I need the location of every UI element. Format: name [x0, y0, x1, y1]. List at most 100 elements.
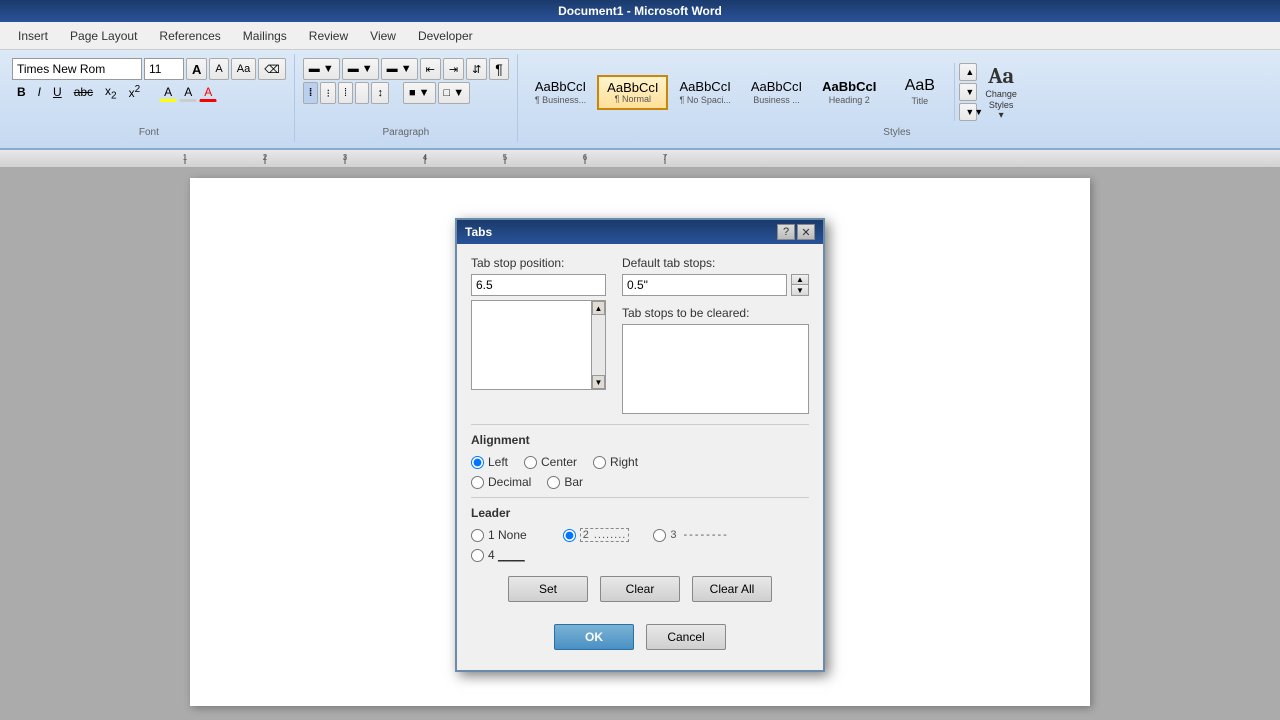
action-buttons: Set Clear Clear All	[471, 576, 809, 610]
bullets-button[interactable]: ▬ ▼	[303, 58, 340, 80]
show-formatting-button[interactable]: ¶	[489, 58, 509, 80]
menu-item-pagelayout[interactable]: Page Layout	[60, 25, 147, 47]
align-decimal-radio[interactable]: Decimal	[471, 475, 531, 489]
align-right-button[interactable]: ⁞	[338, 82, 353, 104]
justify-button[interactable]	[355, 82, 369, 104]
strikethrough-button[interactable]: abc	[69, 82, 98, 102]
listbox-scroll-up[interactable]: ▲	[592, 301, 605, 315]
align-center-input[interactable]	[524, 456, 537, 469]
change-styles-button[interactable]: Aa ChangeStyles ▾	[979, 59, 1021, 126]
decrease-indent-button[interactable]: ⇤	[420, 58, 441, 80]
spinner-down-button[interactable]: ▼	[792, 285, 808, 295]
style-preview-normal: AaBbCcI	[607, 81, 658, 94]
tab-stop-listbox[interactable]: ▲ ▼	[471, 300, 606, 390]
font-color2-button[interactable]: A	[199, 82, 217, 102]
spinner-up-button[interactable]: ▲	[792, 275, 808, 285]
font-name-input[interactable]	[12, 58, 142, 80]
document-area[interactable]: Tabs ? ✕ Tab stop position:	[0, 168, 1280, 716]
tab-stop-col: Tab stop position: ▲ ▼	[471, 256, 606, 414]
align-left-input[interactable]	[471, 456, 484, 469]
style-item-business1[interactable]: AaBbCcI ¶ Business...	[526, 75, 595, 110]
leader-heading: Leader	[471, 506, 809, 520]
font-case-button[interactable]: Aa	[231, 58, 256, 80]
numbering-button[interactable]: ▬ ▼	[342, 58, 379, 80]
leader-dots-radio[interactable]: 2 ........	[563, 528, 630, 542]
style-item-normal[interactable]: AaBbCcI ¶ Normal	[597, 75, 668, 110]
style-item-title[interactable]: AaB Title	[887, 73, 952, 111]
leader-none-radio[interactable]: 1 None	[471, 528, 527, 542]
clear-formatting-button[interactable]: ⌫	[258, 58, 286, 80]
font-size-input[interactable]	[144, 58, 184, 80]
italic-button[interactable]: I	[33, 82, 46, 102]
listbox-scroll-down[interactable]: ▼	[592, 375, 605, 389]
multilevel-button[interactable]: ▬ ▼	[381, 58, 418, 80]
shading-button[interactable]: ■ ▼	[403, 82, 436, 104]
menu-item-insert[interactable]: Insert	[8, 25, 58, 47]
align-left-radio[interactable]: Left	[471, 455, 508, 469]
align-bar-input[interactable]	[547, 476, 560, 489]
leader-dashes-radio[interactable]: 3 --------	[653, 528, 728, 542]
alignment-radio-group: Left Center Right	[471, 455, 809, 469]
ribbon-paragraph-group: ▬ ▼ ▬ ▼ ▬ ▼ ⇤ ⇥ ⇵ ¶ ⁞ ⁝ ⁞ ↕ ■ ▼ □ ▼	[295, 54, 518, 142]
change-styles-icon: Aa	[988, 63, 1014, 89]
style-item-nospace[interactable]: AaBbCcI ¶ No Spaci...	[670, 75, 739, 110]
borders-button[interactable]: □ ▼	[438, 82, 471, 104]
dialog-help-button[interactable]: ?	[777, 224, 795, 240]
menu-item-mailings[interactable]: Mailings	[233, 25, 297, 47]
styles-scroll-up-button[interactable]: ▲	[959, 63, 977, 81]
leader-radio-group1: 1 None 2 ........ 3 --------	[471, 528, 809, 542]
cancel-button[interactable]: Cancel	[646, 624, 726, 650]
leader-underline-input[interactable]	[471, 549, 484, 562]
alignment-section: Alignment Left Center Right	[471, 433, 809, 489]
font-grow-button[interactable]: A	[186, 58, 207, 80]
clear-all-button[interactable]: Clear All	[692, 576, 772, 602]
dialog-close-button[interactable]: ✕	[797, 224, 815, 240]
subscript-button[interactable]: x2	[100, 82, 122, 102]
divider2	[471, 497, 809, 498]
align-center-button[interactable]: ⁝	[320, 82, 336, 104]
change-styles-label: ChangeStyles	[985, 89, 1017, 111]
menu-item-review[interactable]: Review	[299, 25, 358, 47]
leader-dashes-input[interactable]	[653, 529, 666, 542]
sort-button[interactable]: ⇵	[466, 58, 487, 80]
menu-item-references[interactable]: References	[149, 25, 230, 47]
set-button[interactable]: Set	[508, 576, 588, 602]
styles-scroll-down-button[interactable]: ▼	[959, 83, 977, 101]
svg-text:2: 2	[263, 153, 268, 162]
default-tab-col: Default tab stops: ▲ ▼ Tab stops to be c…	[622, 256, 809, 414]
leader-underline-radio[interactable]: 4 ____	[471, 548, 525, 562]
dialog-title: Tabs	[465, 225, 492, 239]
underline-button[interactable]: U	[48, 82, 67, 102]
font-color-button[interactable]: A	[179, 82, 197, 102]
line-spacing-button[interactable]: ↕	[371, 82, 389, 104]
style-item-heading2[interactable]: AaBbCcI Heading 2	[813, 75, 885, 110]
align-center-radio[interactable]: Center	[524, 455, 577, 469]
menu-item-view[interactable]: View	[360, 25, 406, 47]
align-right-input[interactable]	[593, 456, 606, 469]
style-gallery: AaBbCcI ¶ Business... AaBbCcI ¶ Normal A…	[526, 62, 953, 122]
superscript-button[interactable]: x2	[124, 82, 146, 102]
tabs-to-clear-listbox[interactable]	[622, 324, 809, 414]
align-right-radio[interactable]: Right	[593, 455, 638, 469]
font-shrink-button[interactable]: A	[209, 58, 228, 80]
text-highlight-button[interactable]: A	[159, 82, 177, 102]
leader-dots-input[interactable]	[563, 529, 576, 542]
tab-stop-input[interactable]	[471, 274, 606, 296]
leader-none-input[interactable]	[471, 529, 484, 542]
styles-expand-button[interactable]: ▼▼	[959, 103, 977, 121]
align-decimal-input[interactable]	[471, 476, 484, 489]
ruler: 1 2 3 4 5 6 7	[0, 150, 1280, 168]
align-left-button[interactable]: ⁞	[303, 82, 319, 104]
default-tab-input[interactable]	[622, 274, 787, 296]
default-tab-row: ▲ ▼	[622, 274, 809, 296]
style-preview-title: AaB	[905, 78, 935, 94]
menu-item-developer[interactable]: Developer	[408, 25, 483, 47]
styles-label: Styles	[518, 127, 1276, 138]
bold-button[interactable]: B	[12, 82, 31, 102]
clear-button[interactable]: Clear	[600, 576, 680, 602]
style-item-business2[interactable]: AaBbCcI Business ...	[742, 75, 811, 110]
ok-button[interactable]: OK	[554, 624, 634, 650]
alignment-heading: Alignment	[471, 433, 809, 447]
increase-indent-button[interactable]: ⇥	[443, 58, 464, 80]
align-bar-radio[interactable]: Bar	[547, 475, 583, 489]
